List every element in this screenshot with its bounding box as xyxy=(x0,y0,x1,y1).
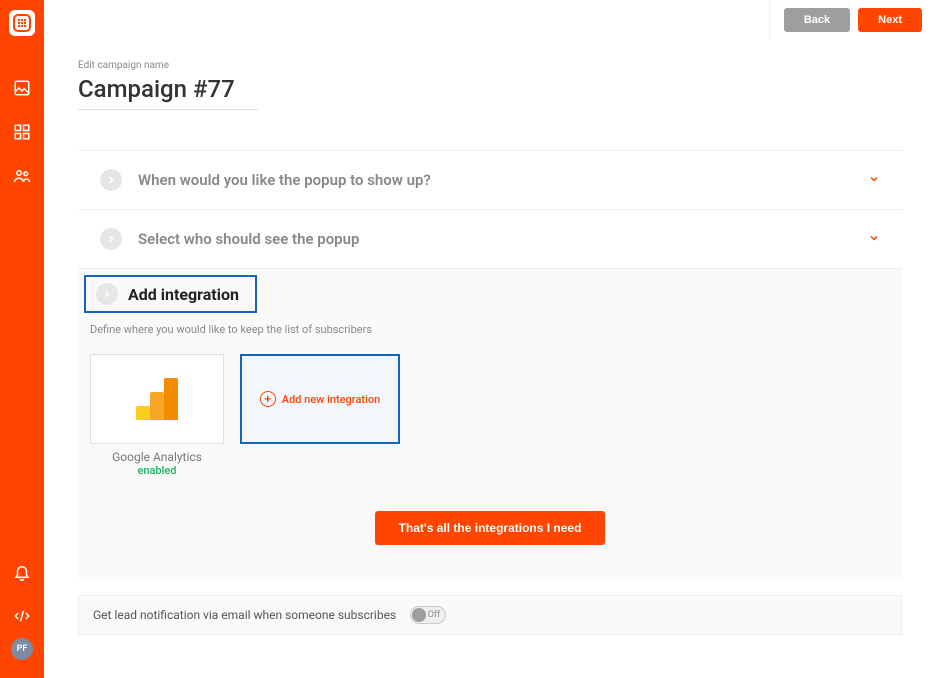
edit-campaign-label: Edit campaign name xyxy=(78,60,902,71)
add-integration-button[interactable]: + Add new integration xyxy=(240,354,400,444)
nav-people-icon[interactable] xyxy=(12,166,32,186)
integration-status: enabled xyxy=(90,464,224,477)
nav-bell-icon[interactable] xyxy=(12,562,32,582)
arrow-right-icon xyxy=(100,169,122,191)
notification-toggle[interactable]: Off xyxy=(410,606,446,624)
integration-card[interactable]: Google Analytics enabled xyxy=(90,354,224,477)
chevron-down-icon xyxy=(868,173,880,188)
nav-grid-icon[interactable] xyxy=(12,122,32,142)
add-integration-label: Add new integration xyxy=(282,393,381,406)
integration-header[interactable]: Add integration xyxy=(84,275,257,313)
section-integration: Add integration Define where you would l… xyxy=(78,269,902,579)
integrations-done-button[interactable]: That's all the integrations I need xyxy=(375,511,606,545)
section-when-title: When would you like the popup to show up… xyxy=(138,171,868,189)
section-who-title: Select who should see the popup xyxy=(138,230,868,248)
user-avatar[interactable]: PF xyxy=(11,638,33,660)
toggle-off-label: Off xyxy=(428,610,440,620)
nav-code-icon[interactable] xyxy=(12,606,32,626)
integration-title: Add integration xyxy=(128,285,239,304)
main: Back Next Edit campaign name Campaign #7… xyxy=(44,0,936,678)
plus-circle-icon: + xyxy=(260,391,276,407)
arrow-right-icon xyxy=(96,283,118,305)
next-button[interactable]: Next xyxy=(858,8,922,32)
nav-image-icon[interactable] xyxy=(12,78,32,98)
campaign-name-input[interactable]: Campaign #77 xyxy=(78,75,258,110)
topbar: Back Next xyxy=(769,0,936,40)
section-who[interactable]: Select who should see the popup xyxy=(78,210,902,269)
notification-row: Get lead notification via email when som… xyxy=(78,595,902,635)
integration-subtitle: Define where you would like to keep the … xyxy=(90,323,902,336)
arrow-right-icon xyxy=(100,228,122,250)
back-button[interactable]: Back xyxy=(784,8,850,32)
google-analytics-icon xyxy=(136,378,178,420)
chevron-down-icon xyxy=(868,232,880,247)
sidebar: PF xyxy=(0,0,44,678)
section-when[interactable]: When would you like the popup to show up… xyxy=(78,151,902,210)
integration-name: Google Analytics xyxy=(90,450,224,464)
app-logo[interactable] xyxy=(9,10,35,36)
notification-text: Get lead notification via email when som… xyxy=(93,608,396,622)
